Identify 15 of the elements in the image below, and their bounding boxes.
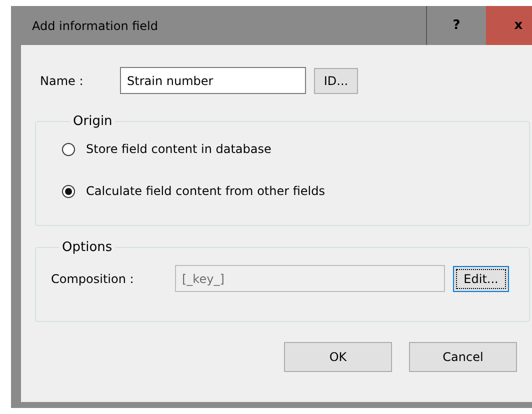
- cancel-button[interactable]: Cancel: [409, 342, 517, 372]
- radio-label[interactable]: Calculate field content from other fields: [86, 184, 325, 198]
- window-title: Add information field: [31, 18, 160, 32]
- name-field[interactable]: Strain number: [120, 67, 306, 94]
- group-title: Origin: [72, 114, 114, 129]
- radio-button[interactable]: [62, 184, 75, 198]
- group-title: Options: [61, 240, 114, 255]
- ok-button[interactable]: OK: [284, 342, 392, 372]
- edit-button[interactable]: Edit...: [453, 266, 509, 292]
- radio-button[interactable]: [62, 142, 75, 156]
- close-button[interactable]: x: [486, 6, 532, 45]
- radio-label[interactable]: Store field content in database: [86, 142, 272, 156]
- name-label: Name :: [39, 74, 84, 88]
- id-button[interactable]: ID...: [314, 68, 358, 94]
- composition-label: Composition :: [51, 272, 135, 286]
